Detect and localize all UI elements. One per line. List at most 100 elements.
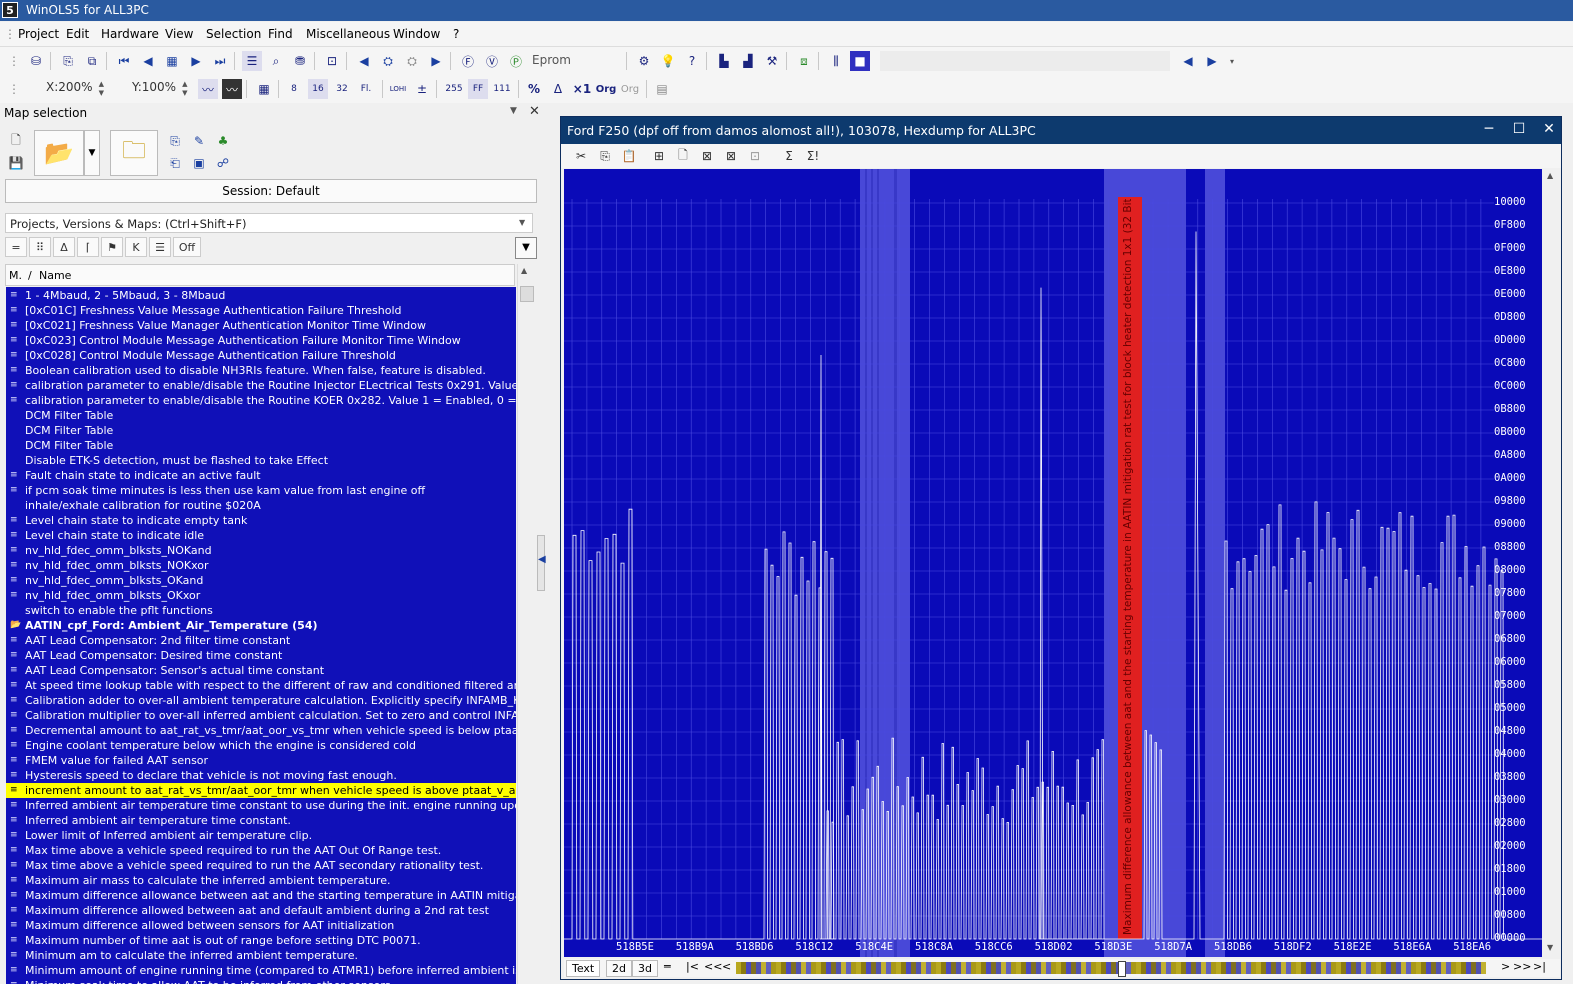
filter-kk-icon[interactable]: K <box>125 237 147 257</box>
percent-button[interactable]: % <box>524 79 544 99</box>
map-row[interactable]: ≡ Fault chain state to indicate an active… <box>6 468 516 483</box>
database-icon[interactable]: ⛁ <box>26 51 46 71</box>
f-icon[interactable]: Ⓕ <box>458 51 478 71</box>
map-row[interactable]: ≡ Inferred ambient air temperature time c… <box>6 798 516 813</box>
checksum-icon[interactable]: Σ <box>779 146 799 166</box>
map-del2-icon[interactable]: ⊠ <box>721 146 741 166</box>
bin-icon[interactable]: 111 <box>492 79 512 99</box>
map-row[interactable]: ≡ [0xC028] Control Module Message Authent… <box>6 348 516 363</box>
tab-list-icon[interactable]: ═ <box>664 960 671 973</box>
hint-icon[interactable]: 💡 <box>658 51 678 71</box>
v-icon[interactable]: Ⓥ <box>482 51 502 71</box>
map-row[interactable]: ≡ nv_hld_fdec_omm_blksts_NOKxor <box>6 558 516 573</box>
filter-bracket-icon[interactable]: ⌈ <box>77 237 99 257</box>
tab-3d[interactable]: 3d <box>632 960 658 977</box>
map-row[interactable]: ≡ AAT Lead Compensator: Desired time cons… <box>6 648 516 663</box>
panel-close-icon[interactable]: ✕ <box>529 104 540 119</box>
filter-delta-icon[interactable]: Δ <box>53 237 75 257</box>
color-icon[interactable]: ■ <box>850 51 870 71</box>
panel-splitter[interactable]: ◀ <box>537 535 546 591</box>
grid-icon[interactable]: ▦ <box>162 51 182 71</box>
menu-project[interactable]: Project <box>18 27 59 41</box>
map-row[interactable]: ≡ [0xC01C] Freshness Value Message Authen… <box>6 303 516 318</box>
map-row[interactable]: switch to enable the pflt functions <box>6 603 516 618</box>
hex-icon[interactable]: FF <box>468 79 488 99</box>
nav-pagefwd-icon[interactable]: >> <box>1513 960 1531 973</box>
menu-hardware[interactable]: Hardware <box>101 27 159 41</box>
scroll-up-icon[interactable]: ▲ <box>521 266 527 275</box>
tab-text[interactable]: Text <box>566 960 601 977</box>
next-icon[interactable]: ▶ <box>186 51 206 71</box>
columns-icon[interactable]: ⫼ <box>826 51 846 71</box>
map-row[interactable]: ≡ AAT Lead Compensator: Sensor's actual t… <box>6 663 516 678</box>
map-row[interactable]: ≡ increment amount to aat_rat_vs_tmr/aat_… <box>6 783 516 798</box>
map-row[interactable]: ≡ Max time above a vehicle speed required… <box>6 858 516 873</box>
spin-arrows-icon[interactable]: ▲ ▼ <box>99 80 109 98</box>
copy-icon[interactable]: ⎘ <box>595 146 615 166</box>
menu-help[interactable]: ? <box>453 27 459 41</box>
window-next-icon[interactable]: ▶ <box>1202 51 1222 71</box>
float-button[interactable]: Fl. <box>356 79 376 99</box>
waveform-dark-icon[interactable]: 〰 <box>222 79 242 99</box>
map-row[interactable]: ≡ Inferred ambient air temperature time c… <box>6 813 516 828</box>
window-icon[interactable]: ⊡ <box>322 51 342 71</box>
session-button[interactable]: Session: Default <box>5 179 537 203</box>
panel-dropdown-icon[interactable]: ▼ <box>510 106 517 116</box>
filter-equals-icon[interactable]: = <box>5 237 27 257</box>
collapse-left-icon[interactable]: ◀ <box>538 554 546 565</box>
menu-view[interactable]: View <box>165 27 193 41</box>
map-new-icon[interactable]: 🗋 <box>673 146 693 166</box>
compare-icon[interactable]: ⧉ <box>82 51 102 71</box>
bits8-button[interactable]: 8 <box>284 79 304 99</box>
tree-icon[interactable]: ⧈ <box>794 51 814 71</box>
map-row[interactable]: ≡ At speed time lookup table with respect… <box>6 678 516 693</box>
map-row[interactable]: inhale/exhale calibration for routine $0… <box>6 498 516 513</box>
eprom-label[interactable]: Eprom <box>532 53 571 67</box>
cut-icon[interactable]: ✂ <box>571 146 591 166</box>
map-row[interactable]: DCM Filter Table <box>6 438 516 453</box>
menu-find[interactable]: Find <box>268 27 293 41</box>
chevron-down-icon[interactable]: ▼ <box>515 237 537 259</box>
window-prev-icon[interactable]: ◀ <box>1178 51 1198 71</box>
import-icon[interactable]: ⎘ <box>58 51 78 71</box>
map-row[interactable]: ≡ 1 - 4Mbaud, 2 - 5Mbaud, 3 - 8Mbaud <box>6 288 516 303</box>
share-icon[interactable]: ☍ <box>214 154 232 172</box>
tab-2d[interactable]: 2d <box>606 960 632 977</box>
close-icon[interactable]: ✕ <box>1539 121 1559 137</box>
tools-icon[interactable]: ⚙ <box>634 51 654 71</box>
map-search-input[interactable]: Projects, Versions & Maps: (Ctrl+Shift+F… <box>5 213 533 233</box>
list-scrollbar[interactable]: ▲ <box>517 264 534 984</box>
layers-icon[interactable]: ▤ <box>652 79 672 99</box>
map-search2-icon[interactable]: ⛭ <box>402 51 422 71</box>
maximize-icon[interactable]: ☐ <box>1509 121 1529 137</box>
map-row[interactable]: ≡ Calibration adder to over-all ambient t… <box>6 693 516 708</box>
zoom-icon[interactable]: ⌕ <box>266 51 286 71</box>
stack-icon[interactable]: ⛃ <box>290 51 310 71</box>
add-version-icon[interactable]: ⎘ <box>166 132 184 150</box>
col-marker[interactable]: M. <box>9 269 22 282</box>
y-zoom-spinner[interactable]: Y:100% ▲ ▼ <box>132 80 187 100</box>
map-row[interactable]: ≡ nv_hld_fdec_omm_blksts_OKxor <box>6 588 516 603</box>
nav-fwd-icon[interactable]: > <box>1501 960 1510 973</box>
map-prev-icon[interactable]: ◀ <box>354 51 374 71</box>
new-file-icon[interactable]: 🗋 <box>7 132 25 150</box>
spin-arrows-icon[interactable]: ▲ ▼ <box>182 80 192 98</box>
map-row[interactable]: ≡ [0xC021] Freshness Value Manager Authen… <box>6 318 516 333</box>
map-row[interactable]: ≡ FMEM value for failed AAT sensor <box>6 753 516 768</box>
filter-flag-icon[interactable]: ⚑ <box>101 237 123 257</box>
minimize-icon[interactable]: ─ <box>1479 121 1499 137</box>
whats-this-icon[interactable]: ? <box>682 51 702 71</box>
map-tool1-icon[interactable]: ▙ <box>714 51 734 71</box>
map-row[interactable]: Disable ETK-S detection, must be flashed… <box>6 453 516 468</box>
filter-off-button[interactable]: Off <box>173 237 201 257</box>
open-dropdown-icon[interactable]: ▼ <box>84 130 100 176</box>
p-icon[interactable]: Ⓟ <box>506 51 526 71</box>
scroll-thumb[interactable] <box>520 286 534 302</box>
scroll-down-icon[interactable]: ▼ <box>1547 943 1553 952</box>
map-row[interactable]: ≡ Lower limit of Inferred ambient air tem… <box>6 828 516 843</box>
filter-dots-icon[interactable]: ⠿ <box>29 237 51 257</box>
filter-lines-icon[interactable]: ☰ <box>149 237 171 257</box>
save-icon[interactable]: 💾 <box>7 154 25 172</box>
map-row[interactable]: ≡ nv_hld_fdec_omm_blksts_OKand <box>6 573 516 588</box>
map-del-icon[interactable]: ⊠ <box>697 146 717 166</box>
